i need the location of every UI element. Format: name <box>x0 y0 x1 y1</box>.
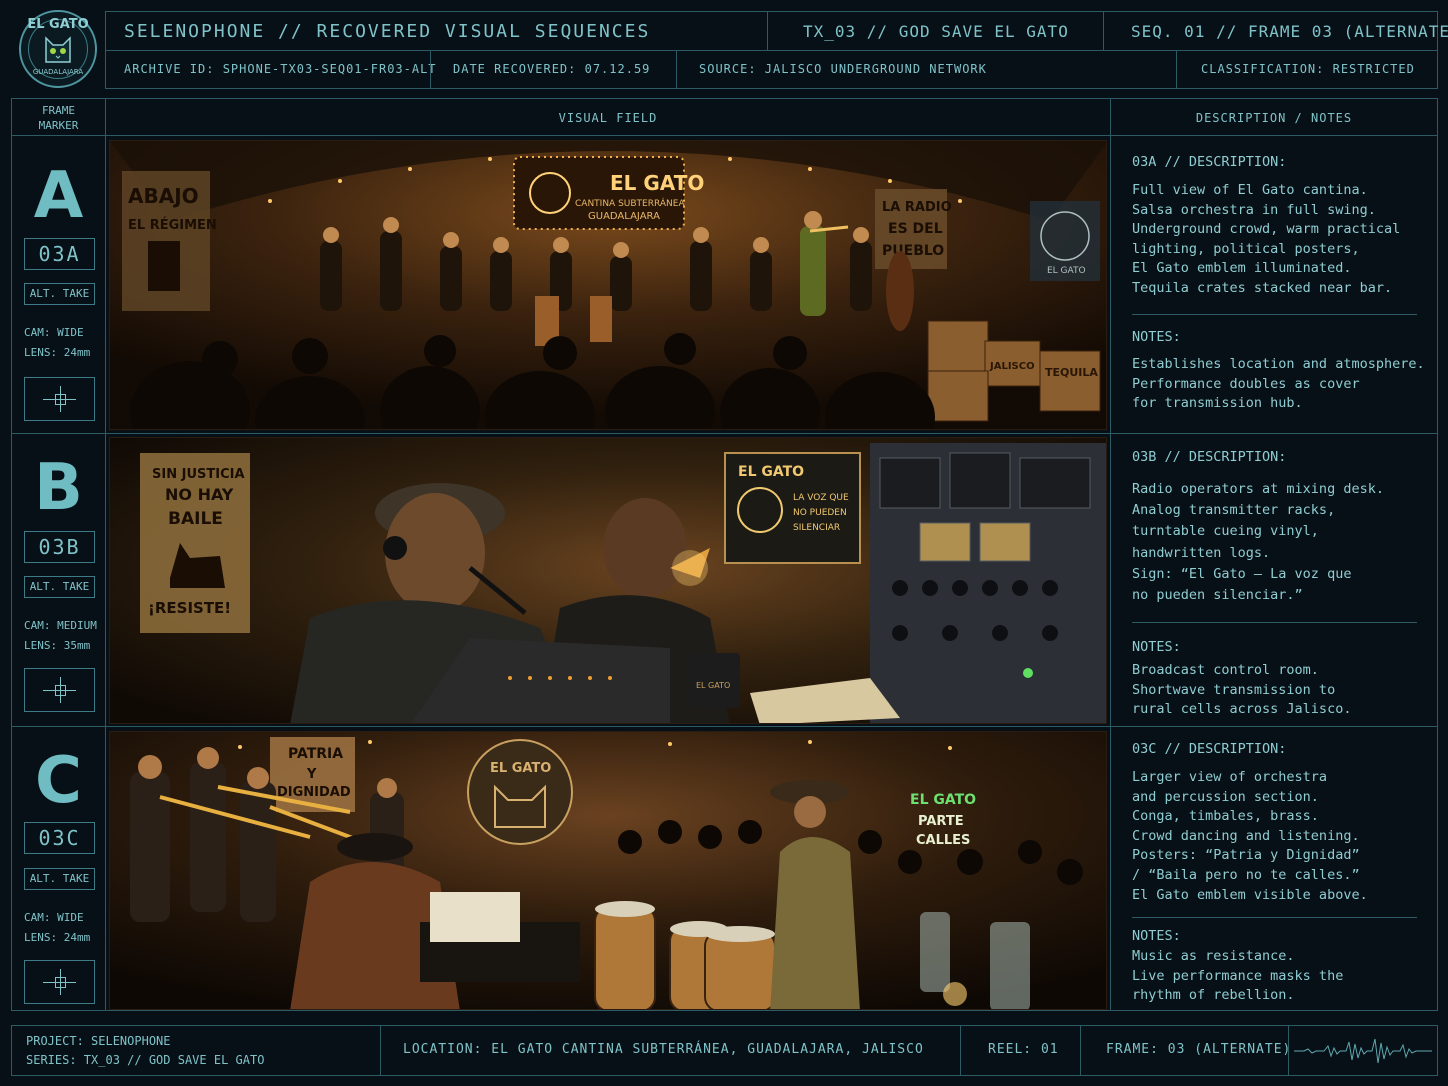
frame-marker-b: B 03B ALT. TAKE CAM: MEDIUM LENS: 35mm <box>12 434 105 726</box>
scene-poster-line-1: PATRIA <box>288 746 343 762</box>
storyboard-grid: FRAME MARKER VISUAL FIELD DESCRIPTION / … <box>11 98 1438 1011</box>
scene-sign-title: EL GATO <box>610 171 704 195</box>
frame-label: FRAME: 03 (ALTERNATE) <box>1106 1042 1292 1057</box>
cat-head-icon <box>45 36 71 63</box>
waveform-icon <box>1294 1038 1432 1064</box>
frame-code: 03B <box>24 531 95 563</box>
frame-b-notes: Broadcast control room. Shortwave transm… <box>1132 662 1352 718</box>
frame-b-description: Radio operators at mixing desk. Analog t… <box>1132 481 1384 604</box>
scene-poster-right-1: LA RADIO <box>882 200 952 215</box>
frame-a-description: Full view of El Gato cantina. Salsa orch… <box>1132 182 1401 296</box>
camera-type: CAM: WIDE <box>24 326 84 339</box>
scene-mug-label: EL GATO <box>696 681 730 690</box>
header-metadata: ARCHIVE ID: SPHONE-TX03-SEQ01-FR03-ALT D… <box>105 51 1438 89</box>
header-bar: SELENOPHONE // RECOVERED VISUAL SEQUENCE… <box>105 11 1448 51</box>
frame-marker-header-line1: FRAME <box>41 104 76 117</box>
scene-poster-left-2: EL RÉGIMEN <box>128 217 217 233</box>
reel-label: REEL: 01 <box>988 1042 1059 1057</box>
scene-poster-line-4: ¡RESISTE! <box>148 599 231 617</box>
el-gato-logo: EL GATO GUADALAJARA <box>19 10 97 88</box>
scene-sign-line-3: SILENCIAR <box>793 523 840 533</box>
page-title: SELENOPHONE // RECOVERED VISUAL SEQUENCE… <box>124 21 651 42</box>
frame-letter: C <box>35 744 82 818</box>
camera-type: CAM: WIDE <box>24 911 84 924</box>
scene-neon-2: PARTE <box>918 814 964 829</box>
classification-label: CLASSIFICATION: RESTRICTED <box>1201 62 1415 76</box>
frame-marker-header-line2: MARKER <box>38 119 79 132</box>
source-label: SOURCE: JALISCO UNDERGROUND NETWORK <box>699 62 987 76</box>
project-info: PROJECT: SELENOPHONE SERIES: TX_03 // GO… <box>26 1032 264 1070</box>
scene-crate-2: JALISCO <box>989 361 1035 372</box>
frame-marker-header: FRAME MARKER <box>12 103 105 133</box>
camera-info: CAM: WIDE LENS: 24mm <box>24 323 90 363</box>
sequence-frame-label: SEQ. 01 // FRAME 03 (ALTERNATE) <box>1131 22 1448 41</box>
scene-neon-3: CALLES <box>916 833 970 848</box>
frame-code: 03A <box>24 238 95 270</box>
scene-poster-line-3: BAILE <box>168 509 223 529</box>
camera-info: CAM: WIDE LENS: 24mm <box>24 908 90 948</box>
scene-poster-line-1: SIN JUSTICIA <box>152 467 245 482</box>
lens-info: LENS: 24mm <box>24 931 91 944</box>
frame-a-description-title: 03A // DESCRIPTION: <box>1132 154 1287 170</box>
crosshair-icon <box>24 377 95 421</box>
frame-code: 03C <box>24 822 95 854</box>
scene-a-cantina-orchestra: EL GATO CANTINA SUBTERRÁNEA GUADALAJARA … <box>109 140 1107 430</box>
visual-field-header: VISUAL FIELD <box>558 111 658 125</box>
frame-b-notes-title: NOTES: <box>1132 639 1181 655</box>
scene-sign-line-2: NO PUEDEN <box>793 508 847 518</box>
frame-c-description: Larger view of orchestra and percussion … <box>1132 769 1368 903</box>
frame-letter: A <box>33 159 84 233</box>
crosshair-icon <box>24 668 95 712</box>
location-label: LOCATION: EL GATO CANTINA SUBTERRÁNEA, G… <box>403 1042 924 1057</box>
project-label: PROJECT: SELENOPHONE <box>26 1034 171 1048</box>
scene-poster-line-2: NO HAY <box>165 485 234 504</box>
transmission-title: TX_03 // GOD SAVE EL GATO <box>803 22 1069 41</box>
take-label: ALT. TAKE <box>24 868 95 890</box>
scene-poster-line-3: DIGNIDAD <box>277 785 351 800</box>
footer-bar: PROJECT: SELENOPHONE SERIES: TX_03 // GO… <box>11 1025 1438 1076</box>
frame-c-description-title: 03C // DESCRIPTION: <box>1132 741 1287 757</box>
scene-emblem-label: EL GATO <box>490 761 551 776</box>
frame-marker-a: A 03A ALT. TAKE CAM: WIDE LENS: 24mm <box>12 136 105 433</box>
lens-info: LENS: 24mm <box>24 346 91 359</box>
take-label: ALT. TAKE <box>24 283 95 305</box>
frame-c-notes-title: NOTES: <box>1132 928 1181 944</box>
logo-top-text: EL GATO <box>27 17 89 32</box>
scene-poster-left-1: ABAJO <box>128 184 199 208</box>
frame-marker-c: C 03C ALT. TAKE CAM: WIDE LENS: 24mm <box>12 727 105 1010</box>
date-recovered: DATE RECOVERED: 07.12.59 <box>453 62 651 76</box>
frame-b-description-title: 03B // DESCRIPTION: <box>1132 449 1287 465</box>
take-label: ALT. TAKE <box>24 576 95 598</box>
camera-info: CAM: MEDIUM LENS: 35mm <box>24 616 97 656</box>
scene-c-orchestra-percussion: PATRIA Y DIGNIDAD EL GATO EL GATO PARTE … <box>109 731 1107 1010</box>
crosshair-icon <box>24 960 95 1004</box>
scene-crate-1: TEQUILA <box>1045 366 1098 379</box>
scene-sign-title: EL GATO <box>738 464 804 480</box>
logo-bottom-text: GUADALAJARA <box>32 68 84 76</box>
scene-poster-right-3: PUEBLO <box>882 243 944 259</box>
scene-neon-1: EL GATO <box>910 792 976 808</box>
scene-b-radio-room: SIN JUSTICIA NO HAY BAILE ¡RESISTE! EL G… <box>109 437 1107 724</box>
archive-id: ARCHIVE ID: SPHONE-TX03-SEQ01-FR03-ALT <box>124 62 437 76</box>
scene-poster-right-2: ES DEL <box>888 221 943 237</box>
frame-c-notes: Music as resistance. Live performance ma… <box>1132 948 1344 1004</box>
frame-a-notes: Establishes location and atmosphere. Per… <box>1132 356 1425 412</box>
scene-sign-city: GUADALAJARA <box>588 211 660 222</box>
scene-emblem-label: EL GATO <box>1047 266 1086 276</box>
description-header: DESCRIPTION / NOTES <box>1195 111 1353 125</box>
frame-a-notes-title: NOTES: <box>1132 329 1181 345</box>
lens-info: LENS: 35mm <box>24 639 91 652</box>
series-label: SERIES: TX_03 // GOD SAVE EL GATO <box>26 1053 265 1067</box>
scene-poster-line-2: Y <box>306 767 317 782</box>
scene-sign-subtitle: CANTINA SUBTERRÁNEA <box>575 197 685 209</box>
camera-type: CAM: MEDIUM <box>24 619 97 632</box>
frame-letter: B <box>34 451 83 525</box>
scene-sign-line-1: LA VOZ QUE <box>793 493 849 503</box>
